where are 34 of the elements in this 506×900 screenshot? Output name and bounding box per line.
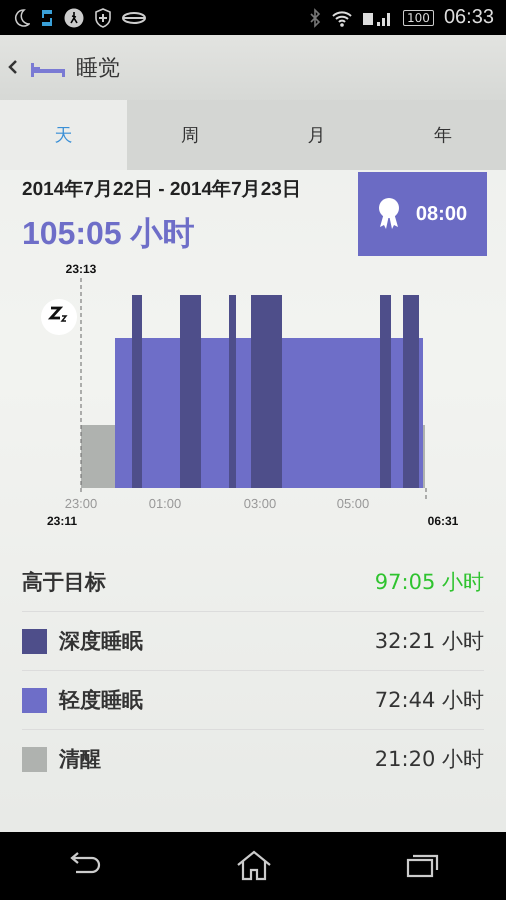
stat-label: 轻度睡眠 [59,687,144,714]
page-title: 睡觉 [76,54,120,82]
band-icon [122,10,146,24]
stat-label: 高于目标 [22,569,107,596]
wifi-icon [331,8,354,26]
axis-tick-label: 01:00 [148,496,182,511]
stat-value: 72:44 小时 [374,687,484,714]
sleep-icon [41,299,77,335]
period-tab[interactable]: 周 [126,100,253,170]
stat-value: 32:21 小时 [374,628,484,655]
wake-time: 06:31 [428,514,458,528]
stat-value: 97:05 小时 [374,569,484,596]
walking-icon [64,8,84,28]
stat-label: 深度睡眠 [59,628,144,655]
axis-tick-label: 05:00 [336,496,370,511]
sleep-start-label: 23:13 [66,262,96,276]
home-icon [234,848,273,880]
axis-tick-label: 03:00 [244,496,276,511]
moon-icon [12,8,30,28]
stat-value: 21:20 小时 [374,746,484,773]
axis-tick-label: 23:00 [64,496,98,511]
stat-label: 清醒 [59,746,102,773]
date-range: 2014年7月22日 - 2014年7月23日 [22,178,301,202]
bluetooth-icon [309,8,322,28]
goal-time: 08:00 [416,202,468,226]
sleep-start-time: 23:11 [46,514,78,528]
shield-icon [94,8,112,28]
battery-level: 100 [403,10,434,26]
award-icon [378,197,400,231]
chevron-left-icon [8,58,18,74]
period-tab[interactable]: 月 [253,100,380,170]
period-tab[interactable]: 年 [380,100,506,170]
clock: 06:33 [444,6,494,29]
total-sleep-time: 105:05 小时 [22,214,195,253]
